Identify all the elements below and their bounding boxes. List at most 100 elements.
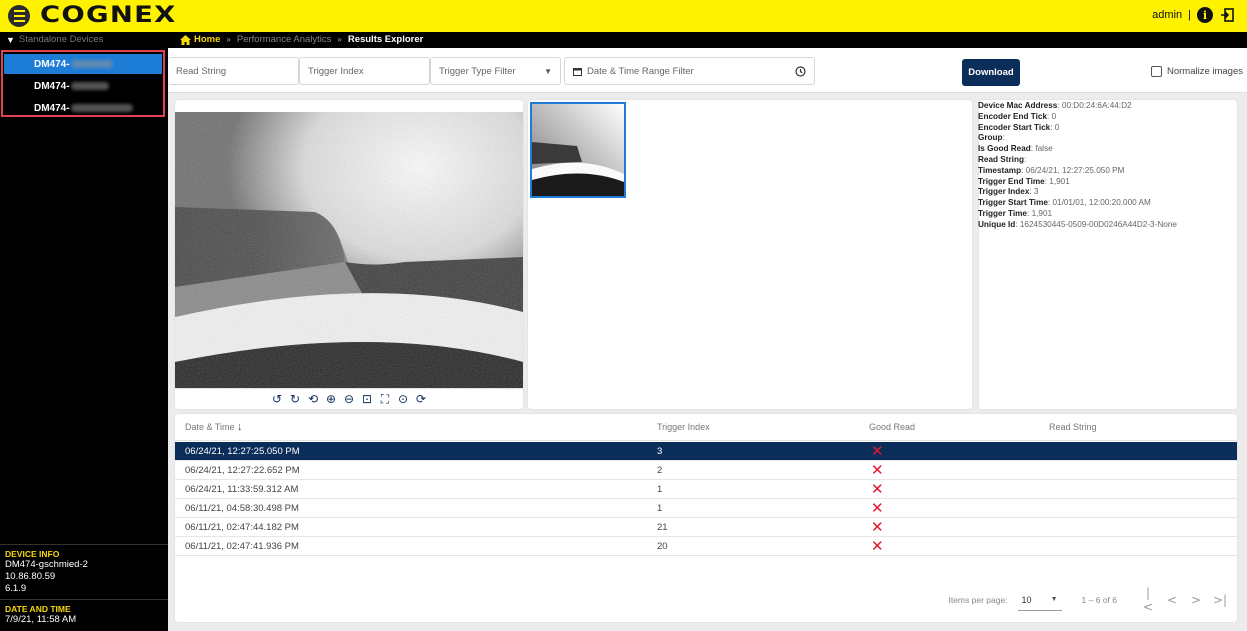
column-label: Good Read (869, 422, 916, 432)
cell-datetime: 06/24/21, 11:33:59.312 AM (185, 480, 298, 498)
metadata-row: Is Good Read: false (978, 144, 1053, 154)
cell-datetime-text: 06/24/21, 11:33:59.312 AM (185, 483, 299, 495)
trigger-type-select[interactable]: Trigger Type Filter ▼ (430, 57, 561, 85)
fit-screen-icon[interactable]: ⊡ (360, 392, 374, 406)
breadcrumb-separator: » (226, 35, 231, 44)
cognex-logo: COGNEX (40, 3, 177, 28)
logout-icon[interactable] (1219, 7, 1235, 23)
date-time-value: 7/9/21, 11:58 AM (5, 614, 77, 625)
date-range-placeholder: Date & Time Range Filter (587, 65, 694, 77)
cell-trigger-index-text: 3 (657, 445, 663, 457)
table-row[interactable]: 06/11/21, 04:58:30.498 PM 1 ✕ (175, 499, 1237, 518)
normalize-images-checkbox[interactable]: Normalize images (1150, 66, 1243, 77)
user-separator: | (1188, 9, 1191, 21)
items-per-page-value: 10 (1021, 594, 1032, 605)
clock-icon[interactable] (795, 65, 806, 77)
calendar-icon (573, 67, 582, 76)
device-label: DM474- (34, 58, 70, 70)
arrow-down-icon: ↓ (237, 421, 243, 433)
cell-datetime: 06/24/21, 12:27:25.050 PM (185, 442, 300, 460)
metadata-key: Timestamp (978, 165, 1022, 175)
results-table: Date & Time ↓ Trigger Index Good Read Re… (175, 414, 1237, 622)
column-label: Trigger Index (657, 422, 710, 432)
redacted-text (70, 104, 133, 112)
flip-icon[interactable]: ⟲ (306, 392, 320, 406)
metadata-key: Group (978, 133, 1003, 143)
center-focus-icon[interactable]: ⊙ (396, 392, 410, 406)
table-row[interactable]: 06/24/21, 12:27:22.652 PM 2 ✕ (175, 461, 1237, 480)
close-icon: ✕ (871, 499, 884, 517)
table-row[interactable]: 06/11/21, 02:47:41.936 PM 20 ✕ (175, 537, 1237, 556)
table-row[interactable]: 06/24/21, 11:33:59.312 AM 1 ✕ (175, 480, 1237, 499)
fullscreen-icon[interactable]: ⛶ (378, 392, 392, 406)
column-header-datetime[interactable]: Date & Time ↓ (185, 414, 243, 440)
image-thumbnail[interactable] (530, 102, 626, 198)
reset-icon[interactable]: ⟳ (414, 392, 428, 406)
metadata-row: Trigger Time: 1,901 (978, 208, 1053, 218)
metadata-value: 1,901 (1031, 208, 1053, 218)
close-icon: ✕ (871, 442, 884, 460)
checkbox-icon[interactable] (1150, 66, 1162, 77)
device-item[interactable]: DM474- (4, 76, 162, 96)
caret-down-icon: ▼ (544, 66, 552, 76)
cell-trigger-index: 1 (657, 480, 662, 498)
download-button[interactable]: Download (962, 59, 1020, 86)
device-info-title: DEVICE INFO (5, 549, 60, 559)
breadcrumb-home[interactable]: Home (180, 34, 220, 45)
cell-trigger-index-text: 21 (657, 521, 668, 533)
info-icon[interactable]: i (1197, 7, 1213, 23)
cell-good-read: ✕ (871, 537, 884, 555)
image-toolbar: ↺ ↻ ⟲ ⊕ ⊖ ⊡ ⛶ ⊙ ⟳ (175, 388, 523, 409)
device-item[interactable]: DM474- (4, 54, 162, 74)
device-info-ip: 10.86.80.59 (5, 571, 56, 582)
cell-datetime: 06/11/21, 02:47:41.936 PM (185, 537, 299, 555)
date-range-input[interactable]: Date & Time Range Filter (564, 57, 815, 85)
caret-down-icon: ▼ (1050, 596, 1058, 603)
trigger-type-placeholder: Trigger Type Filter (439, 65, 516, 77)
metadata-key: Trigger Start Time (978, 198, 1048, 208)
device-item[interactable]: DM474- (4, 98, 162, 118)
table-row[interactable]: 06/11/21, 02:47:44.182 PM 21 ✕ (175, 518, 1237, 537)
result-image[interactable] (175, 112, 523, 388)
read-string-input[interactable]: Read String (168, 57, 299, 85)
prev-page-icon[interactable]: < (1165, 593, 1179, 607)
items-per-page-select[interactable]: 10 ▼ (1017, 590, 1062, 611)
metadata-row: Encoder End Tick: 0 (978, 111, 1057, 121)
date-time-section: DATE AND TIME 7/9/21, 11:58 AM (0, 599, 168, 630)
column-header-read-string[interactable]: Read String (1049, 414, 1097, 440)
breadcrumb-performance-analytics[interactable]: Performance Analytics (237, 34, 332, 45)
first-page-icon[interactable]: |< (1141, 586, 1155, 614)
cell-datetime-text: 06/11/21, 02:47:41.936 PM (185, 540, 299, 552)
rotate-right-icon[interactable]: ↻ (288, 392, 302, 406)
table-header: Date & Time ↓ Trigger Index Good Read Re… (175, 414, 1237, 441)
metadata-key: Device Mac Address (978, 101, 1058, 110)
metadata-key: Unique Id (978, 219, 1016, 229)
metadata-value: 0 (1054, 122, 1060, 132)
zoom-out-icon[interactable]: ⊖ (342, 392, 356, 406)
table-row[interactable]: 06/24/21, 12:27:25.050 PM 3 ✕ (175, 442, 1237, 461)
metadata-value: 00:D0:24:6A:44:D2 (1061, 101, 1132, 110)
user-name[interactable]: admin (1152, 9, 1182, 21)
metadata-row: Trigger Start Time: 01/01/01, 12:00:20.0… (978, 198, 1151, 208)
column-header-trigger-index[interactable]: Trigger Index (657, 414, 710, 440)
column-header-good-read[interactable]: Good Read (869, 414, 915, 440)
next-page-icon[interactable]: > (1189, 593, 1203, 607)
metadata-row: Encoder Start Tick: 0 (978, 122, 1060, 132)
device-label: DM474- (34, 102, 70, 114)
device-info-version: 6.1.9 (5, 583, 27, 594)
metadata-key: Trigger Index (978, 187, 1030, 197)
menu-icon[interactable] (8, 5, 30, 27)
normalize-images-label: Normalize images (1166, 66, 1243, 77)
last-page-icon[interactable]: >| (1213, 593, 1227, 607)
trigger-index-input[interactable]: Trigger Index (299, 57, 430, 85)
rotate-left-icon[interactable]: ↺ (270, 392, 284, 406)
cell-trigger-index: 2 (657, 461, 662, 479)
standalone-devices-toggle[interactable]: ▼ Standalone Devices (6, 34, 103, 45)
standalone-devices-label: Standalone Devices (18, 34, 104, 45)
metadata-row: Read String: (978, 154, 1027, 164)
zoom-in-icon[interactable]: ⊕ (324, 392, 338, 406)
breadcrumb-bar: ▼ Standalone Devices Home » Performance … (0, 32, 1247, 48)
metadata-list: Device Mac Address: 00:D0:24:6A:44:D2 Enc… (978, 101, 1177, 231)
close-icon: ✕ (871, 480, 884, 498)
metadata-value: 0 (1051, 111, 1057, 121)
